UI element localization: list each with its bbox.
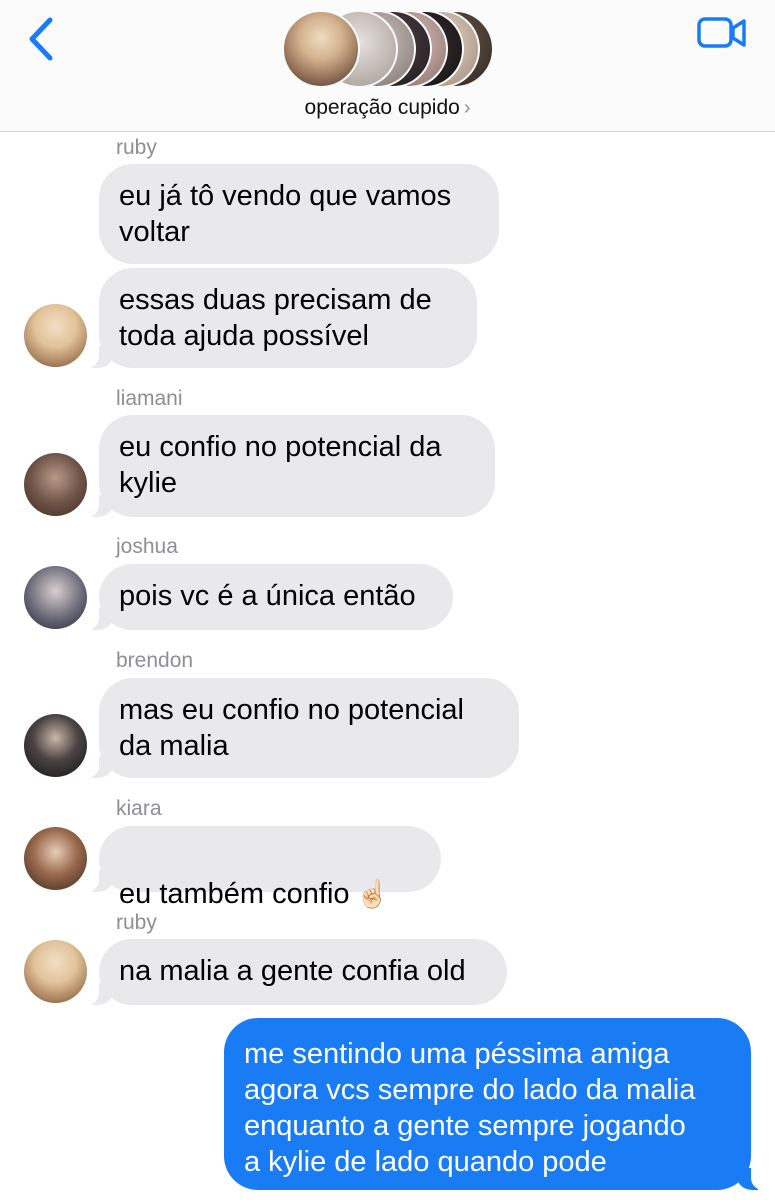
message-bubble[interactable]: essas duas precisam de toda ajuda possív… [85,268,477,368]
avatar[interactable] [24,453,87,516]
message-bubble[interactable]: eu também confio ☝🏻 [85,826,441,910]
sender-name: joshua [116,535,178,558]
chevron-right-icon: › [463,97,471,119]
message-bubble[interactable]: pois vc é a única então [85,564,453,630]
message-bubble[interactable]: mas eu confio no potencial da malia [85,678,519,778]
avatar[interactable] [24,304,87,367]
group-name-text: operação cupido [304,96,460,119]
sender-name: ruby [116,136,157,159]
message-bubble[interactable]: eu confio no potencial da kylie [85,415,495,517]
avatar[interactable] [24,714,87,777]
avatar[interactable] [24,566,87,629]
sender-name: ruby [116,911,157,934]
avatar[interactable] [24,827,87,890]
back-button[interactable] [22,14,62,64]
avatar[interactable] [24,940,87,1003]
conversation-header: operação cupido › [0,0,775,132]
pointing-up-emoji-icon: ☝🏻 [355,879,390,909]
video-camera-icon [697,17,746,48]
member-avatar [282,10,360,88]
group-name[interactable]: operação cupido › [0,96,775,120]
sender-name: kiara [116,797,162,820]
chevron-left-icon [29,17,53,61]
message-text: eu também confio [119,878,350,910]
facetime-video-button[interactable] [696,14,748,52]
sender-name: liamani [116,387,183,410]
message-bubble[interactable]: na malia a gente confia old [85,939,507,1005]
group-avatar-stack[interactable] [282,10,494,90]
sender-name: brendon [116,649,194,672]
message-bubble[interactable]: eu já tô vendo que vamos voltar [99,164,499,264]
outgoing-message-bubble[interactable]: me sentindo uma péssima amiga agora vcs … [224,1018,765,1190]
